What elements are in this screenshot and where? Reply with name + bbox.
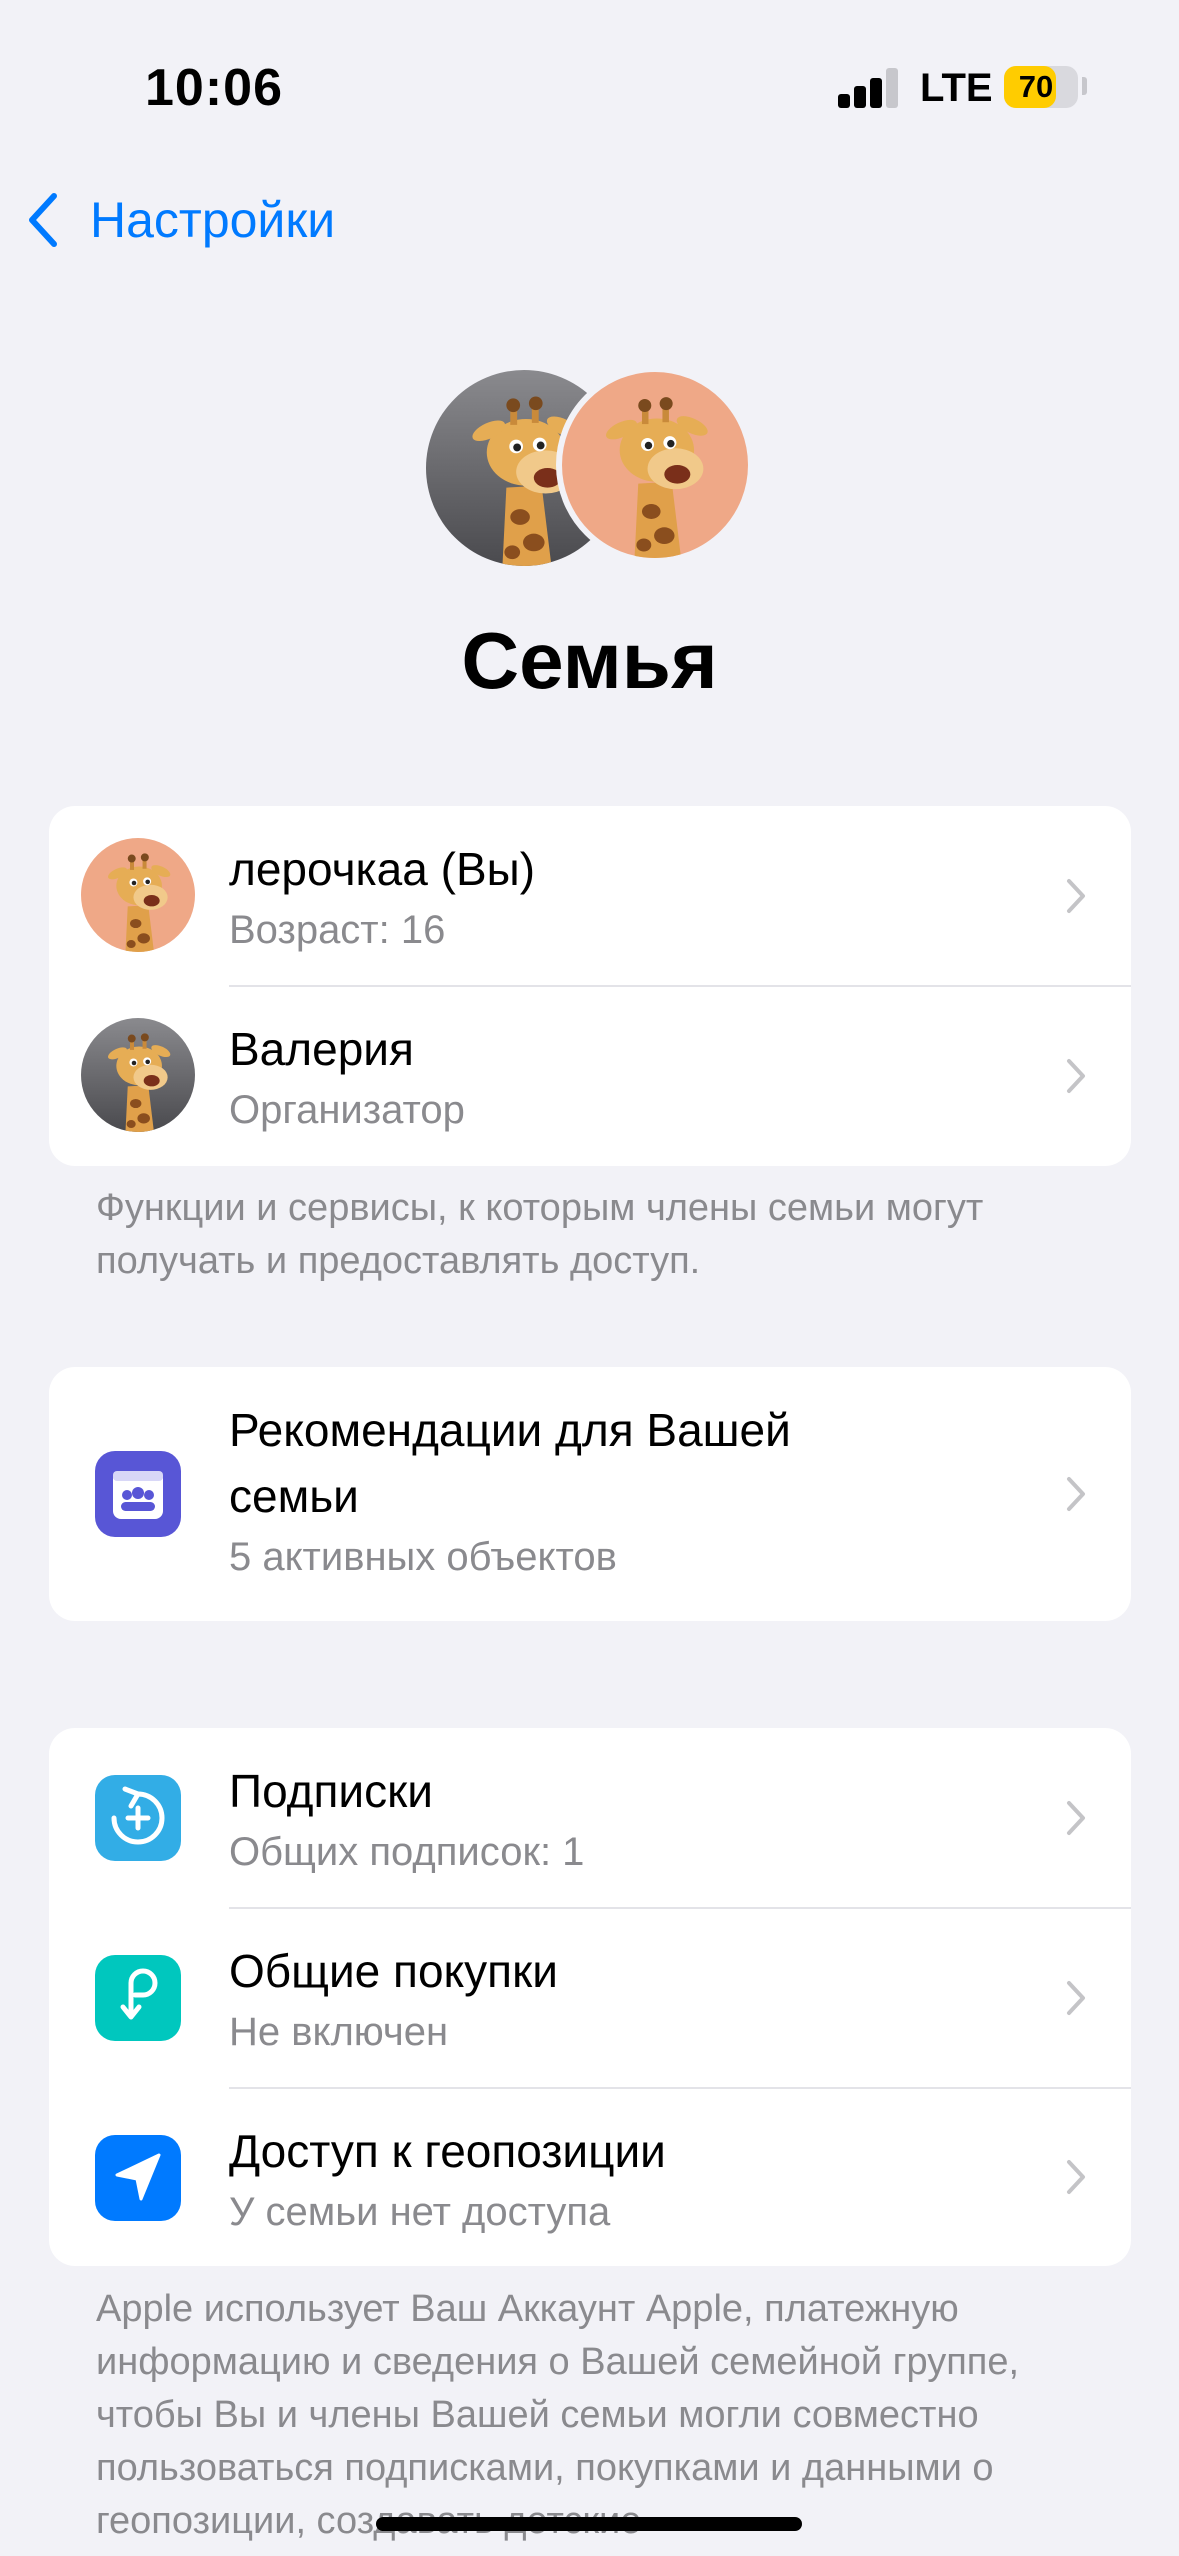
- member-avatar: [81, 838, 195, 952]
- recommendations-row[interactable]: Рекомендации для Вашей семьи 5 активных …: [49, 1367, 1131, 1621]
- network-type: LTE: [920, 66, 993, 110]
- services-footnote: Apple использует Ваш Аккаунт Apple, плат…: [96, 2288, 1020, 2542]
- chevron-left-icon: [29, 193, 57, 247]
- member-avatar: [81, 1018, 195, 1132]
- battery-cap: [1082, 77, 1087, 95]
- back-label: Настройки: [90, 192, 336, 248]
- chevron-right-icon: [1067, 1981, 1085, 2015]
- member-detail: Возраст: 16: [229, 908, 446, 952]
- purchase-sharing-detail: Не включен: [229, 2010, 449, 2054]
- member-detail: Организатор: [229, 1088, 465, 1132]
- recommendations-card: Рекомендации для Вашей семьи 5 активных …: [49, 1367, 1131, 1621]
- location-arrow-icon: [95, 2135, 181, 2221]
- member-row-organizer[interactable]: Валерия Организатор: [49, 986, 1131, 1166]
- page-title: Семья: [461, 616, 718, 705]
- members-card: лерочкаа (Вы) Возраст: 16 Валерия Органи…: [49, 806, 1131, 1166]
- chevron-right-icon: [1067, 2160, 1085, 2194]
- giraffe-memoji-icon: [562, 372, 748, 558]
- family-sharing-screen: 10:06 LTE 70 Настройки Семья лерочкаа (В…: [0, 0, 1179, 2556]
- giraffe-memoji-icon: [81, 1018, 195, 1132]
- recommendations-title-line1: Рекомендации для Вашей: [229, 1404, 791, 1456]
- chevron-right-icon: [1067, 879, 1085, 913]
- members-footnote: Функции и сервисы, к которым члены семьи…: [96, 1187, 984, 1282]
- battery-percent: 70: [1018, 69, 1054, 104]
- back-button[interactable]: Настройки: [24, 190, 335, 250]
- subscriptions-detail: Общих подписок: 1: [229, 1830, 585, 1874]
- recommendations-title-line2: семьи: [229, 1470, 359, 1522]
- subscriptions-title: Подписки: [229, 1765, 433, 1817]
- location-sharing-row[interactable]: Доступ к геопозиции У семьи нет доступа: [49, 2088, 1131, 2266]
- home-indicator[interactable]: [376, 2517, 802, 2531]
- recommendations-detail: 5 активных объектов: [229, 1535, 617, 1579]
- family-avatar-self: [556, 366, 754, 564]
- battery-icon: 70: [1004, 66, 1078, 108]
- member-name: Валерия: [229, 1023, 414, 1075]
- services-card: Подписки Общих подписок: 1 Общие покупки…: [49, 1728, 1131, 2266]
- status-time: 10:06: [145, 59, 283, 117]
- cellular-signal-icon: [838, 68, 898, 108]
- chevron-right-icon: [1067, 1059, 1085, 1093]
- member-row-self[interactable]: лерочкаа (Вы) Возраст: 16: [49, 806, 1131, 986]
- chevron-right-icon: [1067, 1801, 1085, 1835]
- location-sharing-title: Доступ к геопозиции: [229, 2125, 666, 2177]
- family-checklist-icon: [95, 1451, 181, 1537]
- chevron-right-icon: [1067, 1477, 1085, 1511]
- purchase-sharing-icon: [95, 1955, 181, 2041]
- subscriptions-icon: [95, 1775, 181, 1861]
- giraffe-memoji-icon: [81, 838, 195, 952]
- purchase-sharing-title: Общие покупки: [229, 1945, 558, 1997]
- location-sharing-detail: У семьи нет доступа: [229, 2190, 611, 2234]
- member-name: лерочкаа (Вы): [229, 843, 536, 895]
- subscriptions-row[interactable]: Подписки Общих подписок: 1: [49, 1728, 1131, 1908]
- purchase-sharing-row[interactable]: Общие покупки Не включен: [49, 1908, 1131, 2088]
